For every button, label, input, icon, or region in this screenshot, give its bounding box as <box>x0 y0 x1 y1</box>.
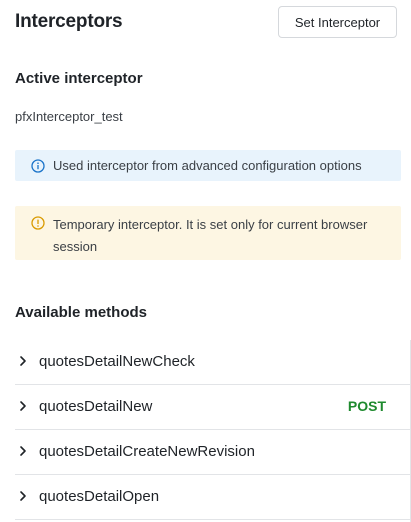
method-name: quotesDetailCreateNewRevision <box>39 443 255 460</box>
chevron-right-icon[interactable] <box>18 489 28 501</box>
info-banner-text: Used interceptor from advanced configura… <box>53 157 362 173</box>
method-name: quotesDetailOpen <box>39 488 160 505</box>
method-row[interactable]: quotesDetailCreateNewRevision <box>15 430 411 475</box>
chevron-right-icon[interactable] <box>18 444 28 456</box>
info-banner: Used interceptor from advanced configura… <box>15 150 401 181</box>
active-interceptor-value: pfxInterceptor_test <box>15 109 123 124</box>
chevron-right-icon[interactable] <box>18 354 28 366</box>
info-icon <box>31 158 45 173</box>
method-row[interactable]: quotesDetailOpen <box>15 475 411 520</box>
method-badge-post: POST <box>347 398 386 414</box>
method-row[interactable]: quotesDetailNewCheck <box>15 340 411 385</box>
active-interceptor-heading: Active interceptor <box>15 70 143 87</box>
warning-banner-text: Temporary interceptor. It is set only fo… <box>53 217 368 254</box>
available-methods-heading: Available methods <box>15 304 147 321</box>
methods-list: quotesDetailNewCheck quotesDetailNew POS… <box>15 340 411 520</box>
chevron-right-icon[interactable] <box>18 399 28 411</box>
page-title: Interceptors <box>15 11 123 32</box>
method-row[interactable]: quotesDetailNew POST <box>15 385 411 430</box>
warning-banner: Temporary interceptor. It is set only fo… <box>15 206 401 260</box>
method-name: quotesDetailNew <box>39 398 153 415</box>
interceptors-panel: Interceptors Set Interceptor Active inte… <box>0 0 411 522</box>
warning-icon <box>31 216 45 230</box>
set-interceptor-button[interactable]: Set Interceptor <box>278 6 397 38</box>
method-name: quotesDetailNewCheck <box>39 353 195 370</box>
header: Interceptors Set Interceptor <box>15 6 397 39</box>
